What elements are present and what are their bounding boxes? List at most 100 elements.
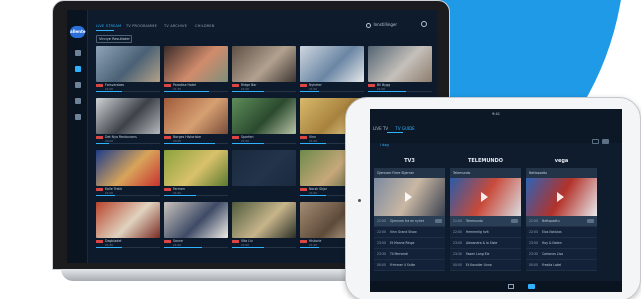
schedule-row[interactable]: 21:00 Telemundo <box>450 216 521 227</box>
program-meta: Det Nya Restaurans 20:00 <box>96 134 160 146</box>
progress-bar <box>96 195 160 196</box>
progress-fill <box>96 195 116 196</box>
program-card[interactable] <box>232 150 296 186</box>
schedule-title: Nettopadtu <box>542 219 560 223</box>
schedule-row[interactable]: 23:30 Faaen Lang Eie <box>450 249 521 260</box>
program-card[interactable]: Vita Liv 21:00 <box>232 202 296 250</box>
program-meta: Ridge Bar 21:00 <box>232 82 296 94</box>
home-icon[interactable] <box>508 284 514 289</box>
channel-logo-icon <box>164 136 171 139</box>
top-bar: LIVE STREAM TV PROGRAMME TV ARCHIVE CHIL… <box>88 10 437 32</box>
program-title: Paradise Hotel <box>173 83 196 87</box>
program-meta: Kalle Trekk 21:00 <box>96 186 160 198</box>
schedule-row[interactable]: 00:00 Fresita Lakel <box>526 260 597 271</box>
settings-link[interactable]: Innstillinger <box>366 22 397 28</box>
program-title: Det Nya Restaurans <box>105 135 137 139</box>
schedule-row[interactable]: 23:00 Alexandra & la Siste <box>450 238 521 249</box>
program-card[interactable]: Ridge Bar 21:00 <box>232 46 296 94</box>
progress-bar <box>164 91 228 92</box>
sidebar: allente <box>67 10 88 263</box>
play-icon[interactable] <box>405 192 412 202</box>
now-playing-title: Telemundo <box>450 168 521 178</box>
now-playing-title: Nettopadtu <box>526 168 597 178</box>
search-icon[interactable] <box>421 21 427 27</box>
program-title: Ridge Bar <box>241 83 257 87</box>
schedule-row[interactable]: 23:30 Cartones Lisa <box>526 249 597 260</box>
program-card[interactable]: Nyheter 21:00 <box>300 46 364 94</box>
program-thumbnail <box>368 46 432 82</box>
program-card[interactable]: Sporten 21:00 <box>232 98 296 146</box>
progress-bar <box>96 247 160 248</box>
program-card[interactable]: Bil Bygg 21:00 <box>368 46 432 94</box>
schedule-row[interactable]: 00:00 Et Kavalier Unna <box>450 260 521 271</box>
channel-logo-icon <box>96 84 103 87</box>
program-title: Dagbladet <box>105 239 122 243</box>
program-thumbnail <box>232 46 296 82</box>
program-card[interactable]: Farmen21:00 <box>164 150 228 198</box>
channel-logo-icon <box>96 188 103 191</box>
tab-live[interactable]: LIVE STREAM <box>96 24 121 28</box>
progress-bar <box>368 91 432 92</box>
schedule-row[interactable]: 23:00 Et Manne Ringe <box>374 238 445 249</box>
tab-tv-guide[interactable]: TV GUIDE <box>395 126 414 131</box>
progress-fill <box>164 195 196 196</box>
schedule-row[interactable]: 21:00 Gjennom fra en nyhet <box>374 216 445 227</box>
schedule-row[interactable]: 22:00 Hemmelig hvit <box>450 227 521 238</box>
schedule-title: Elos Noticias <box>542 230 562 234</box>
sidebar-item-tv[interactable] <box>70 66 85 73</box>
schedule-time: 21:00 <box>453 219 462 223</box>
schedule-time: 21:00 <box>529 219 538 223</box>
date-selector[interactable]: I dag <box>380 143 389 147</box>
schedule-row[interactable]: 22:00 Vinn Grand Show <box>374 227 445 238</box>
schedule-title: Alexandra & la Siste <box>466 241 498 245</box>
schedule-time: 21:00 <box>377 219 386 223</box>
program-meta: Sanne 21:00 <box>164 238 228 250</box>
schedule-row[interactable]: 00:00 Frimmer 4 Snike <box>374 260 445 271</box>
sidebar-item-settings[interactable] <box>70 114 85 121</box>
channel-logo-icon <box>164 240 171 243</box>
progress-fill <box>164 91 209 92</box>
schedule-row[interactable]: 23:30 Til Merverdi <box>374 249 445 260</box>
program-card[interactable]: Paradise Hotel 21:30 <box>164 46 228 94</box>
program-card[interactable]: Sanne 21:00 <box>164 202 228 250</box>
program-card[interactable]: Dagbladet 21:00 <box>96 202 160 250</box>
schedule-title: Et Kavalier Unna <box>466 263 492 267</box>
program-title: Norges Historiske <box>173 135 201 139</box>
live-preview[interactable] <box>450 178 521 216</box>
kids-icon <box>74 98 81 104</box>
schedule-row[interactable]: 21:00 Nettopadtu <box>526 216 597 227</box>
tab-programme[interactable]: TV PROGRAMME <box>126 24 157 28</box>
tv-icon[interactable] <box>528 284 535 289</box>
search-icon <box>74 82 81 88</box>
list-view-icon[interactable] <box>602 139 609 144</box>
progress-fill <box>96 247 122 248</box>
program-card[interactable]: Det Nya Restaurans 20:00 <box>96 98 160 146</box>
schedule-row[interactable]: 23:00 Hoy & Noten <box>526 238 597 249</box>
schedule-title: Hoy & Noten <box>542 241 562 245</box>
progress-fill <box>368 91 407 92</box>
brand-logo[interactable]: allente <box>70 26 86 38</box>
tab-live-tv[interactable]: LIVE TV <box>373 126 388 131</box>
program-card[interactable]: Forsvarsbes 21:00 <box>96 46 160 94</box>
play-icon[interactable] <box>481 192 488 202</box>
sidebar-item-kids[interactable] <box>70 98 85 105</box>
program-thumbnail <box>232 98 296 134</box>
filter-dropdown[interactable]: Vinnye Resultater <box>96 35 132 43</box>
grid-view-icon[interactable] <box>592 139 599 144</box>
tab-archive[interactable]: TV ARCHIVE <box>164 24 187 28</box>
program-card[interactable]: Norges Historiske 20:00 <box>164 98 228 146</box>
channel-logo[interactable]: TV3 <box>374 155 445 168</box>
sidebar-item-home[interactable] <box>70 50 85 57</box>
schedule-row[interactable]: 22:00 Elos Noticias <box>526 227 597 238</box>
channel-logo-icon <box>300 84 307 87</box>
play-icon[interactable] <box>557 192 564 202</box>
live-preview[interactable] <box>526 178 597 216</box>
program-thumbnail <box>164 202 228 238</box>
progress-fill <box>300 143 326 144</box>
live-preview[interactable] <box>374 178 445 216</box>
sidebar-item-search[interactable] <box>70 82 85 89</box>
program-card[interactable]: Kalle Trekk 21:00 <box>96 150 160 198</box>
channel-logo[interactable]: vega <box>526 155 597 168</box>
tab-children[interactable]: CHILDREN <box>195 24 215 28</box>
channel-logo[interactable]: TELEMUNDO <box>450 155 521 168</box>
